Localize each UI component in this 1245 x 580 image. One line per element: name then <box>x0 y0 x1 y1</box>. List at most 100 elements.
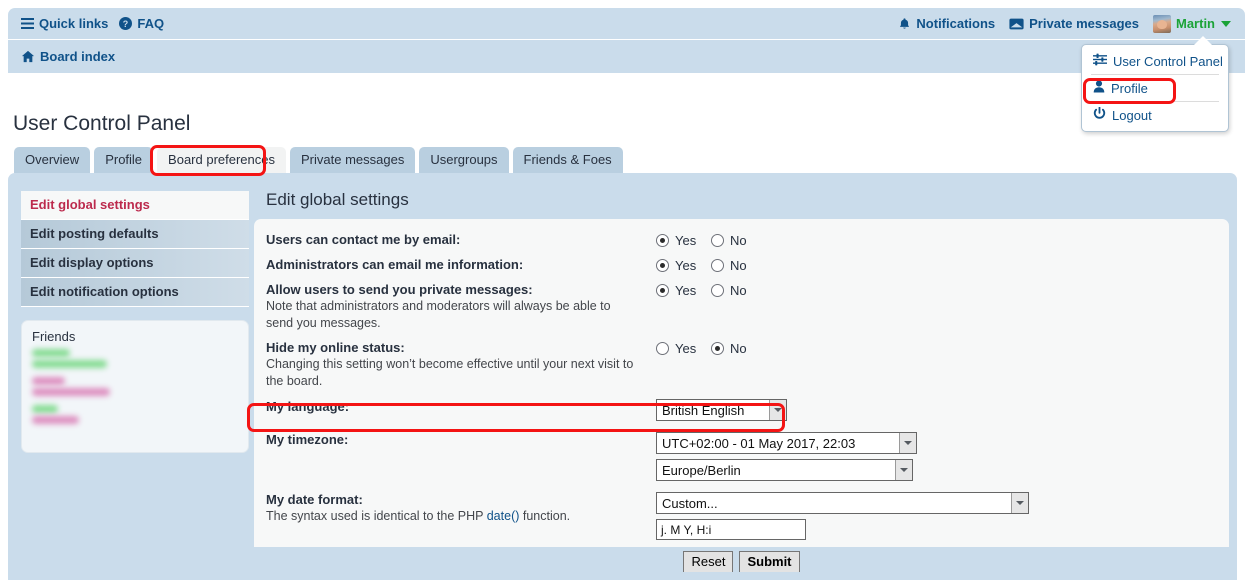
submit-button[interactable]: Submit <box>739 551 800 572</box>
radio-icon[interactable] <box>656 234 669 247</box>
faq-label: FAQ <box>137 16 165 31</box>
settings-card-title: Edit global settings <box>254 181 1229 219</box>
menu-item-user-control-panel[interactable]: User Control Panel <box>1082 48 1228 74</box>
form-row-language: My language: British English <box>266 399 1217 421</box>
admin-email-yes-option[interactable]: Yes <box>656 258 711 273</box>
date-format-select[interactable]: Custom... <box>656 492 1029 514</box>
ucp-panel: Edit global settings Edit posting defaul… <box>8 173 1237 580</box>
tab-board-preferences[interactable]: Board preferences <box>157 147 286 173</box>
radio-icon[interactable] <box>656 259 669 272</box>
chevron-down-icon <box>769 400 786 420</box>
radio-icon[interactable] <box>656 284 669 297</box>
form-row-field-wrap: UTC+02:00 - 01 May 2017, 22:03 Europe/Be… <box>656 432 1217 481</box>
board-index-label: Board index <box>40 49 116 64</box>
tab-friends-foes[interactable]: Friends & Foes <box>512 147 623 173</box>
form-row-date-format: My date format: The syntax used is ident… <box>266 492 1217 540</box>
menu-item-logout[interactable]: Logout <box>1082 102 1228 128</box>
hide-online-no-option[interactable]: No <box>711 341 766 356</box>
faq-link[interactable]: ? FAQ <box>119 16 164 31</box>
svg-text:?: ? <box>123 19 128 29</box>
bell-icon <box>898 17 911 31</box>
chevron-down-icon <box>1221 20 1231 27</box>
language-select[interactable]: British English <box>656 399 787 421</box>
user-dropdown-menu: User Control Panel Profile Logout <box>1081 36 1229 132</box>
allow-pm-yes-option[interactable]: Yes <box>656 283 711 298</box>
radio-label: Yes <box>675 283 697 298</box>
settings-form: Users can contact me by email: Yes No Ad… <box>254 219 1229 547</box>
tab-private-messages[interactable]: Private messages <box>290 147 416 173</box>
tab-profile[interactable]: Profile <box>94 147 154 173</box>
menu-item-profile[interactable]: Profile <box>1082 75 1228 101</box>
tab-bar: Overview Profile Board preferences Priva… <box>14 147 623 173</box>
friends-panel-title: Friends <box>32 329 76 344</box>
envelope-icon <box>1009 18 1024 30</box>
radio-icon[interactable] <box>711 284 724 297</box>
menu-item-label: Logout <box>1112 107 1152 123</box>
user-menu-button[interactable]: Martin <box>1153 14 1231 33</box>
form-row-label-wrap: Administrators can email me information: <box>266 257 656 272</box>
desc-text-after: function. <box>519 509 571 523</box>
home-icon <box>21 50 35 63</box>
settings-card: Edit global settings Users can contact m… <box>254 181 1229 572</box>
navbar-left-links: Quick links ? FAQ <box>8 16 164 31</box>
board-index-link[interactable]: Board index <box>21 49 115 64</box>
redacted-friend-entry <box>32 349 70 357</box>
radio-icon[interactable] <box>711 259 724 272</box>
ucp-sidebar: Edit global settings Edit posting defaul… <box>21 191 249 453</box>
hide-online-radio-group: Yes No <box>656 340 1217 356</box>
tab-overview[interactable]: Overview <box>14 147 91 173</box>
radio-label: Yes <box>675 233 697 248</box>
field-label: My language: <box>266 399 350 414</box>
php-date-link[interactable]: date() <box>487 509 520 523</box>
timezone-region-select[interactable]: Europe/Berlin <box>656 459 913 481</box>
redacted-friend-entry <box>32 388 110 396</box>
radio-label: No <box>730 258 747 273</box>
contact-email-no-option[interactable]: No <box>711 233 766 248</box>
admin-email-no-option[interactable]: No <box>711 258 766 273</box>
chevron-down-icon <box>899 433 916 453</box>
sidebar-item-edit-display-options[interactable]: Edit display options <box>21 249 249 278</box>
sidebar-item-edit-notification-options[interactable]: Edit notification options <box>21 278 249 307</box>
hide-online-yes-option[interactable]: Yes <box>656 341 711 356</box>
form-row-label-wrap: My language: <box>266 399 656 414</box>
user-icon <box>1093 80 1105 96</box>
sidebar-item-edit-posting-defaults[interactable]: Edit posting defaults <box>21 220 249 249</box>
hamburger-icon <box>21 18 34 29</box>
contact-email-yes-option[interactable]: Yes <box>656 233 711 248</box>
radio-label: No <box>730 283 747 298</box>
redacted-friend-entry <box>32 360 107 368</box>
radio-label: Yes <box>675 258 697 273</box>
form-row-field-wrap: British English <box>656 399 1217 421</box>
field-label: My timezone: <box>266 432 349 447</box>
radio-icon[interactable] <box>711 342 724 355</box>
reset-button[interactable]: Reset <box>683 551 734 572</box>
admin-email-radio-group: Yes No <box>656 257 1217 273</box>
sidebar-item-edit-global-settings[interactable]: Edit global settings <box>21 191 249 220</box>
private-messages-label: Private messages <box>1029 16 1139 31</box>
form-row-field-wrap: Custom... j. M Y, H:i <box>656 492 1217 540</box>
radio-icon[interactable] <box>711 234 724 247</box>
form-row-label-wrap: Users can contact me by email: <box>266 232 656 247</box>
radio-icon[interactable] <box>656 342 669 355</box>
timezone-select[interactable]: UTC+02:00 - 01 May 2017, 22:03 <box>656 432 917 454</box>
radio-label: Yes <box>675 341 697 356</box>
quick-links-button[interactable]: Quick links <box>21 16 108 31</box>
timezone-region-value: Europe/Berlin <box>662 462 741 478</box>
form-row-admin-email: Administrators can email me information:… <box>266 257 1217 273</box>
power-icon <box>1093 106 1106 123</box>
avatar <box>1153 14 1171 33</box>
navbar-right-links: Notifications Private messages Martin <box>898 14 1245 33</box>
allow-pm-no-option[interactable]: No <box>711 283 766 298</box>
desc-text-before: The syntax used is identical to the PHP <box>266 509 487 523</box>
navbar-top: Quick links ? FAQ Notifications Private … <box>8 8 1245 39</box>
field-description: The syntax used is identical to the PHP … <box>266 508 636 525</box>
radio-label: No <box>730 233 747 248</box>
notifications-link[interactable]: Notifications <box>898 16 995 31</box>
timezone-select-value: UTC+02:00 - 01 May 2017, 22:03 <box>662 435 856 451</box>
tab-usergroups[interactable]: Usergroups <box>419 147 509 173</box>
form-row-label-wrap: Hide my online status: Changing this set… <box>266 340 656 389</box>
form-row-field-wrap: Yes No <box>656 340 1217 356</box>
date-format-custom-input[interactable]: j. M Y, H:i <box>656 519 806 540</box>
private-messages-link[interactable]: Private messages <box>1009 16 1139 31</box>
breadcrumb: Board index <box>8 49 115 64</box>
